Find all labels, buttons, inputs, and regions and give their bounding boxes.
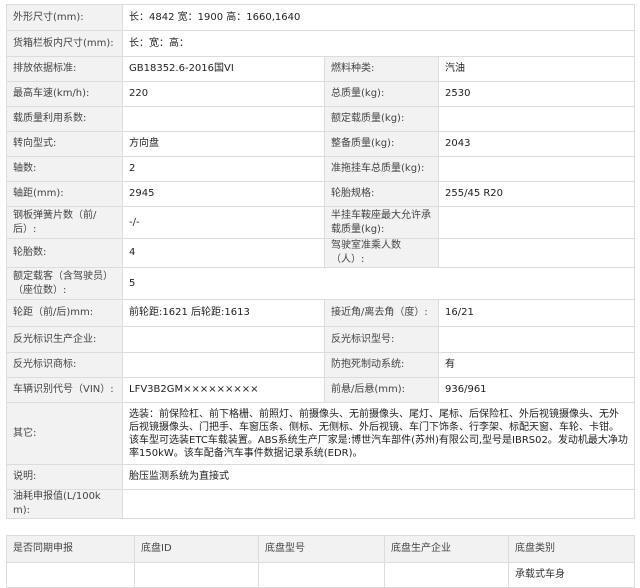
header-chassis-type: 底盘类别 [508,535,635,563]
spec-row-axles: 轴数: 2 准拖挂车总质量(kg): [6,156,636,182]
value-tire-count: 4 [122,238,325,268]
cell-chassis-model [258,562,385,588]
cell-chassis-maker [384,562,509,588]
header-chassis-maker: 底盘生产企业 [384,535,509,563]
cell-chassis-id [134,562,259,588]
label-abs: 防抱死制动系统: [324,352,439,378]
value-emission: GB18352.6-2016国VI [122,56,325,82]
label-wheelbase: 轴距(mm): [6,181,123,207]
value-reflector-model [437,326,636,353]
label-vin: 车辆识别代号（VIN）: [6,377,123,403]
value-other: 选装：前保险杠、前下格栅、前照灯、前摄像头、无前摄像头、尾灯、尾标、后保险杠、外… [121,402,636,465]
value-dimensions: 长：4842 宽：1900 高：1660,1640 [121,4,636,31]
spec-row-notes: 说明: 胎压监测系统为直接式 [6,464,636,490]
spec-row-fuel-consumption: 油耗申报值(L/100km): [6,489,636,519]
spec-row-passengers: 额定载客（含驾驶员）（座位数）: 5 [6,267,636,300]
chassis-table: 是否同期申报 底盘ID 底盘型号 底盘生产企业 底盘类别 承载式车身 [6,535,635,588]
label-steering: 转向型式: [6,131,123,157]
spec-row-springs: 钢板弹簧片数（前/后）: -/- 半挂车鞍座最大允许承载质量(kg): [6,206,636,239]
label-tire-spec: 轮胎规格: [324,181,439,207]
label-emission: 排放依据标准: [6,56,123,82]
value-wheelbase: 2945 [122,181,325,207]
label-fuel-consumption: 油耗申报值(L/100km): [6,489,123,519]
value-axles: 2 [122,156,325,182]
label-springs: 钢板弹簧片数（前/后）: [6,206,123,239]
label-curb-mass: 整备质量(kg): [324,131,439,157]
value-saddle-load [437,206,636,239]
label-reflector-model: 反光标识型号: [324,326,439,353]
value-reflector-maker [122,326,325,353]
value-notes: 胎压监测系统为直接式 [121,464,636,490]
label-notes: 说明: [6,464,123,490]
cell-sync-declare [6,562,135,588]
label-max-speed: 最高车速(km/h): [6,81,123,107]
value-angles: 16/21 [437,299,636,327]
label-reflector-brand: 反光标识商标: [6,352,123,378]
label-track: 轮距（前/后)mm: [6,299,123,327]
spec-row-tires: 轮胎数: 4 驾驶室准乘人数（人）: [6,238,636,268]
chassis-header-row: 是否同期申报 底盘ID 底盘型号 底盘生产企业 底盘类别 [6,535,635,563]
label-tire-count: 轮胎数: [6,238,123,268]
value-passengers: 5 [121,267,636,300]
value-fuel-consumption [121,489,636,519]
header-chassis-id: 底盘ID [134,535,259,563]
chassis-data-row: 承载式车身 [6,562,635,588]
vehicle-spec-table: 外形尺寸(mm): 长：4842 宽：1900 高：1660,1640 货箱栏板… [6,4,636,519]
label-load-coef: 载质量利用系数: [6,106,123,132]
label-fuel: 燃料种类: [324,56,439,82]
value-reflector-brand [122,352,325,378]
spec-row-emission: 排放依据标准: GB18352.6-2016国VI 燃料种类: 汽油 [6,56,636,82]
value-rated-load [437,106,636,132]
value-trailer-mass [437,156,636,182]
cell-chassis-type: 承载式车身 [508,562,635,588]
value-steering: 方向盘 [122,131,325,157]
value-fuel: 汽油 [437,56,636,82]
label-passengers: 额定载客（含驾驶员）（座位数）: [6,267,123,300]
label-reflector-maker: 反光标识生产企业: [6,326,123,353]
value-abs: 有 [437,352,636,378]
spec-row-abs: 反光标识商标: 防抱死制动系统: 有 [6,352,636,378]
label-trailer-mass: 准拖挂车总质量(kg): [324,156,439,182]
label-cargo-size: 货箱栏板内尺寸(mm): [6,30,123,57]
label-axles: 轴数: [6,156,123,182]
label-overhang: 前悬/后悬(mm): [324,377,439,403]
value-track: 前轮距:1621 后轮距:1613 [122,299,325,327]
spec-row-load-coef: 载质量利用系数: 额定载质量(kg): [6,106,636,132]
value-curb-mass: 2043 [437,131,636,157]
value-vin: LFV3B2GM××××××××× [122,377,325,403]
label-rated-load: 额定载质量(kg): [324,106,439,132]
spec-row-reflector: 反光标识生产企业: 反光标识型号: [6,326,636,353]
label-angles: 接近角/离去角（度）: [324,299,439,327]
header-chassis-model: 底盘型号 [258,535,385,563]
spec-row-dimensions: 外形尺寸(mm): 长：4842 宽：1900 高：1660,1640 [6,4,636,31]
spec-row-steering: 转向型式: 方向盘 整备质量(kg): 2043 [6,131,636,157]
value-tire-spec: 255/45 R20 [437,181,636,207]
spec-row-cargo-size: 货箱栏板内尺寸(mm): 长：宽：高： [6,30,636,57]
spec-row-track: 轮距（前/后)mm: 前轮距:1621 后轮距:1613 接近角/离去角（度）:… [6,299,636,327]
spec-row-other: 其它: 选装：前保险杠、前下格栅、前照灯、前摄像头、无前摄像头、尾灯、尾标、后保… [6,402,636,465]
value-load-coef [122,106,325,132]
label-dimensions: 外形尺寸(mm): [6,4,123,31]
spec-row-speed: 最高车速(km/h): 220 总质量(kg): 2530 [6,81,636,107]
value-springs: -/- [122,206,325,239]
label-cab-seats: 驾驶室准乘人数（人）: [324,238,439,268]
value-max-speed: 220 [122,81,325,107]
spec-row-wheelbase: 轴距(mm): 2945 轮胎规格: 255/45 R20 [6,181,636,207]
spec-row-vin: 车辆识别代号（VIN）: LFV3B2GM××××××××× 前悬/后悬(mm)… [6,377,636,403]
label-other: 其它: [6,402,123,465]
value-total-mass: 2530 [437,81,636,107]
value-cab-seats [437,238,636,268]
header-sync-declare: 是否同期申报 [6,535,135,563]
value-overhang: 936/961 [437,377,636,403]
label-saddle-load: 半挂车鞍座最大允许承载质量(kg): [324,206,439,239]
label-total-mass: 总质量(kg): [324,81,439,107]
value-cargo-size: 长：宽：高： [121,30,636,57]
